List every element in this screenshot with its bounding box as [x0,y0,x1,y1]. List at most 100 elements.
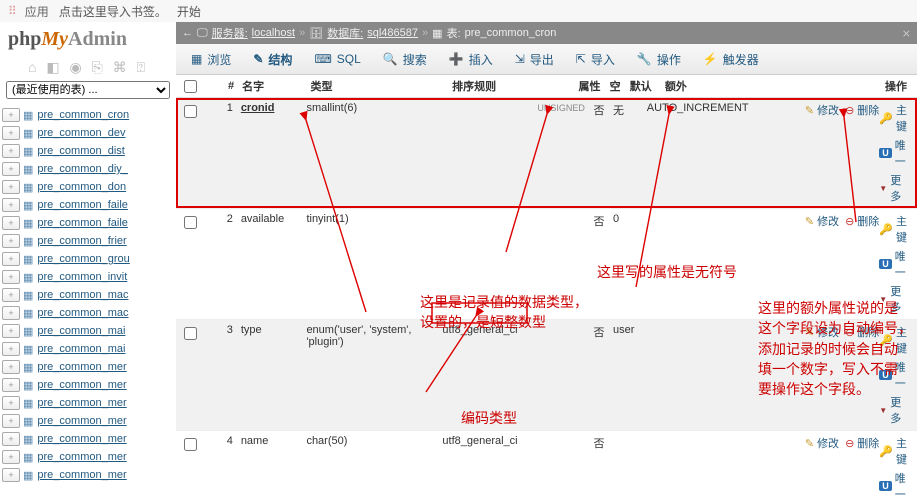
tree-item[interactable]: +▦pre_common_mer [2,412,176,430]
tree-item[interactable]: +▦pre_common_don [2,178,176,196]
expand-icon[interactable]: + [2,144,20,158]
tab-search[interactable]: 🔍搜索 [374,48,436,71]
tree-item[interactable]: +▦pre_common_mac [2,304,176,322]
more-link[interactable]: ▼更多 [879,394,907,426]
column-name[interactable]: cronid [241,102,275,114]
tree-item[interactable]: +▦pre_common_diy_ [2,160,176,178]
tree-item[interactable]: +▦pre_common_faile [2,214,176,232]
tab-structure[interactable]: ✎结构 [244,48,301,71]
column-name[interactable]: name [241,435,269,447]
tree-item[interactable]: +▦pre_common_grou [2,250,176,268]
expand-icon[interactable]: + [2,414,20,428]
primary-key-link[interactable]: 🔑主键 [879,435,907,467]
header-type[interactable]: 类型 [311,78,453,94]
more-link[interactable]: ▼更多 [879,283,907,315]
tab-browse[interactable]: ▦浏览 [182,48,240,71]
expand-icon[interactable]: + [2,162,20,176]
expand-icon[interactable]: + [2,306,20,320]
tree-item[interactable]: +▦pre_common_mai [2,340,176,358]
tree-item[interactable]: +▦pre_common_cron [2,106,176,124]
row-checkbox[interactable] [184,216,197,229]
expand-icon[interactable]: + [2,180,20,194]
unique-link[interactable]: U唯一 [879,470,907,500]
column-collation: utf8_general_ci [442,324,532,336]
expand-icon[interactable]: + [2,108,20,122]
header-extra[interactable]: 额外 [665,78,778,94]
expand-icon[interactable]: + [2,450,20,464]
expand-icon[interactable]: + [2,288,20,302]
breadcrumb-server[interactable]: localhost [252,27,295,39]
more-link[interactable]: ▼更多 [879,172,907,204]
tree-item[interactable]: +▦pre_common_mer [2,448,176,466]
tree-item[interactable]: +▦pre_common_mer [2,466,176,484]
tab-triggers[interactable]: ⚡触发器 [694,48,768,71]
tree-item[interactable]: +▦pre_common_dist [2,142,176,160]
recent-tables-select[interactable]: (最近使用的表) ... [6,81,170,99]
expand-icon[interactable]: + [2,270,20,284]
expand-icon[interactable]: + [2,126,20,140]
row-checkbox[interactable] [184,327,197,340]
tree-item[interactable]: +▦pre_common_mer [2,358,176,376]
expand-icon[interactable]: + [2,468,20,482]
tree-item[interactable]: +▦pre_common_frier [2,232,176,250]
nav-icons-row[interactable]: ⌂ ◧ ◉ ⎘ ⌘ ⍰ [0,57,176,78]
edit-link[interactable]: ✎修改 [805,435,839,451]
recent-tables-dropdown[interactable]: (最近使用的表) ... [6,81,170,99]
expand-icon[interactable]: + [2,360,20,374]
tree-item[interactable]: +▦pre_common_mai [2,322,176,340]
edit-link[interactable]: ✎修改 [805,102,839,118]
bookmark-hint[interactable]: 点击这里导入书签。 [59,3,167,20]
pencil-icon: ✎ [805,104,814,117]
row-checkbox[interactable] [184,438,197,451]
tab-sql[interactable]: ⌨SQL [305,49,369,69]
select-all-checkbox[interactable] [184,80,197,93]
tree-item[interactable]: +▦pre_common_invit [2,268,176,286]
tab-export[interactable]: ⇲导出 [506,48,563,71]
tab-insert[interactable]: ➕插入 [440,48,502,71]
tree-item[interactable]: +▦pre_common_mac [2,286,176,304]
expand-icon[interactable]: + [2,234,20,248]
breadcrumb-db[interactable]: sql486587 [367,27,418,39]
tab-operations[interactable]: 🔧操作 [628,48,690,71]
expand-icon[interactable]: + [2,432,20,446]
expand-icon[interactable]: + [2,342,20,356]
edit-link[interactable]: ✎修改 [805,324,839,340]
unique-link[interactable]: U唯一 [879,137,907,169]
tree-item[interactable]: +▦pre_common_dev [2,124,176,142]
apps-label[interactable]: 应用 [25,3,49,20]
column-name[interactable]: available [241,213,284,225]
column-row: 4namechar(50)utf8_general_ci否✎修改⊖删除🔑主键U唯… [176,431,917,500]
column-name[interactable]: type [241,324,262,336]
expand-icon[interactable]: + [2,396,20,410]
drop-link[interactable]: ⊖删除 [845,435,879,451]
tree-item[interactable]: +▦pre_common_mer [2,376,176,394]
primary-key-link[interactable]: 🔑主键 [879,324,907,356]
tree-item[interactable]: +▦pre_common_faile [2,196,176,214]
drop-link[interactable]: ⊖删除 [845,102,879,118]
edit-link[interactable]: ✎修改 [805,213,839,229]
primary-key-link[interactable]: 🔑主键 [879,102,907,134]
expand-icon[interactable]: + [2,198,20,212]
header-default[interactable]: 默认 [630,78,665,94]
drop-link[interactable]: ⊖删除 [845,213,879,229]
breadcrumb-collapse-icon[interactable]: ← [182,27,193,39]
primary-key-link[interactable]: 🔑主键 [879,213,907,245]
tree-item[interactable]: +▦pre_common_mer [2,430,176,448]
start-link[interactable]: 开始 [177,3,201,20]
expand-icon[interactable]: + [2,324,20,338]
header-collation[interactable]: 排序规则 [452,78,546,94]
header-name[interactable]: 名字 [242,78,310,94]
header-null[interactable]: 空 [600,78,629,94]
expand-icon[interactable]: + [2,378,20,392]
breadcrumb-close-icon[interactable]: ⨯ [902,27,911,40]
header-hash[interactable]: # [200,80,242,92]
expand-icon[interactable]: + [2,216,20,230]
expand-icon[interactable]: + [2,252,20,266]
unique-link[interactable]: U唯一 [879,359,907,391]
header-attributes[interactable]: 属性 [546,78,601,94]
row-checkbox[interactable] [184,105,197,118]
drop-link[interactable]: ⊖删除 [845,324,879,340]
unique-link[interactable]: U唯一 [879,248,907,280]
tree-item[interactable]: +▦pre_common_mer [2,394,176,412]
tab-import[interactable]: ⇱导入 [567,48,624,71]
